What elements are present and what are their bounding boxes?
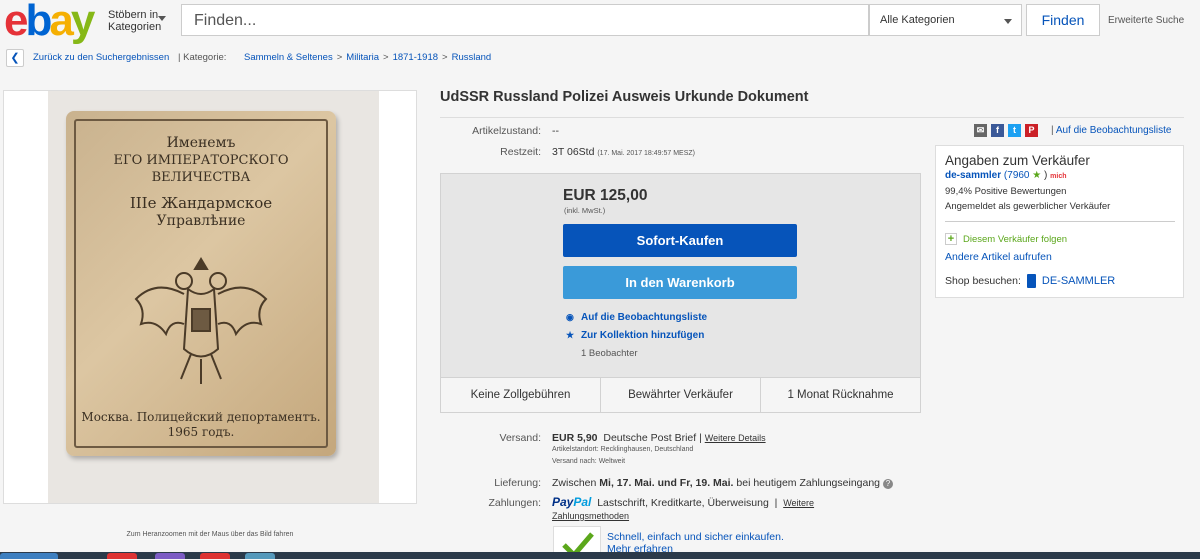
double-headed-eagle-emblem — [134, 257, 268, 384]
mail-icon[interactable]: ✉ — [974, 124, 987, 137]
product-image-viewer[interactable]: Именемъ ЕГО ИМПЕРАТОРСКОГО ВЕЛИЧЕСТВА II… — [3, 90, 417, 504]
star-icon: ★ — [566, 330, 575, 340]
time-left-label: Restzeit: — [500, 146, 541, 158]
header-bar: ebay Stöbern in Kategorien Finden... Alle… — [0, 0, 1200, 44]
share-icons: ✉ f t P — [974, 124, 1038, 137]
seller-info-panel: Angaben zum Verkäufer de-sammler (7960 ★… — [935, 145, 1184, 298]
card-text: Управлѣние — [156, 213, 246, 229]
add-to-cart-button[interactable]: In den Warenkorb — [563, 266, 797, 299]
item-title: UdSSR Russland Polizei Ausweis Urkunde D… — [440, 89, 809, 105]
visit-shop: Shop besuchen: DE-SAMMLER — [945, 274, 1116, 288]
category-select[interactable]: Alle Kategorien — [869, 4, 1022, 36]
eye-icon: ◉ — [566, 312, 574, 322]
shipping-value: EUR 5,90 Deutsche Post Brief | Weitere D… — [552, 432, 766, 444]
ebay-logo[interactable]: ebay — [4, 0, 95, 44]
find-button[interactable]: Finden — [1026, 4, 1100, 36]
card-text: ВЕЛИЧЕСТВА — [151, 170, 251, 185]
add-to-collection-link[interactable]: ★ Zur Kollektion hinzufügen — [566, 330, 704, 341]
tax-note: (inkl. MwSt.) — [564, 206, 606, 215]
info-icon[interactable]: ? — [882, 479, 893, 489]
card-text: Именемъ — [166, 135, 236, 151]
more-payment-link[interactable]: Zahlungsmethoden — [552, 511, 629, 521]
buy-now-button[interactable]: Sofort-Kaufen — [563, 224, 797, 257]
chevron-down-icon — [1004, 19, 1012, 24]
add-to-watchlist-link[interactable]: ◉ Auf die Beobachtungsliste — [566, 312, 707, 323]
condition-label: Artikelzustand: — [472, 125, 541, 137]
watcher-count: 1 Beobachter — [581, 348, 638, 359]
browse-categories-button[interactable]: Stöbern in Kategorien — [108, 9, 161, 33]
feedback-score[interactable]: (7960 — [1004, 170, 1030, 181]
guarantee-text: Schnell, einfach und sicher einkaufen. — [607, 531, 784, 543]
breadcrumb-item[interactable]: Russland — [452, 52, 492, 63]
watchlist-link[interactable]: Auf die Beobachtungsliste — [1056, 125, 1172, 136]
trusted-seller-badge: Bewährter Verkäufer — [601, 378, 761, 412]
follow-seller-button[interactable]: + Diesem Verkäufer folgen — [945, 233, 1067, 245]
delivery-label: Lieferung: — [494, 477, 541, 489]
twitter-icon[interactable]: t — [1008, 124, 1021, 137]
zoom-hint: Zum Heranzoomen mit der Maus über das Bi… — [126, 531, 294, 538]
category-label: | Kategorie: — [178, 52, 227, 63]
card-text: 1965 годъ. — [167, 425, 235, 439]
taskbar-app[interactable] — [155, 553, 185, 559]
chevron-down-icon — [158, 16, 166, 21]
more-payment-link[interactable]: Weitere — [783, 498, 814, 508]
pinterest-icon[interactable]: P — [1025, 124, 1038, 137]
advanced-search-link[interactable]: Erweiterte Suche — [1108, 15, 1184, 26]
search-input[interactable]: Finden... — [181, 4, 869, 36]
seller-heading: Angaben zum Verkäufer — [945, 153, 1090, 168]
facebook-icon[interactable]: f — [991, 124, 1004, 137]
product-photo[interactable]: Именемъ ЕГО ИМПЕРАТОРСКОГО ВЕЛИЧЕСТВА II… — [48, 91, 379, 503]
condition-value: -- — [552, 125, 559, 137]
breadcrumb: Zurück zu den Suchergebnissen | Kategori… — [0, 46, 1200, 70]
item-location: Artikelstandort: Recklinghausen, Deutsch… — [552, 446, 694, 453]
taskbar-app[interactable] — [200, 553, 230, 559]
plus-icon: + — [945, 233, 957, 245]
document-card: Именемъ ЕГО ИМПЕРАТОРСКОГО ВЕЛИЧЕСТВА II… — [66, 111, 336, 456]
seller-name-link[interactable]: de-sammler — [945, 170, 1001, 181]
time-left-value: 3T 06Std (17. Mai. 2017 18:49:57 MESZ) — [552, 146, 696, 158]
shipping-label: Versand: — [499, 432, 541, 444]
breadcrumb-item[interactable]: 1871-1918 — [393, 52, 438, 63]
delivery-value: Zwischen Mi, 17. Mai. und Fr, 19. Mai. b… — [552, 477, 893, 489]
taskbar-app[interactable] — [245, 553, 275, 559]
shop-icon — [1026, 274, 1036, 288]
paypal-logo: PayPal — [552, 495, 592, 509]
ships-to: Versand nach: Weltweit — [552, 458, 626, 465]
breadcrumb-item[interactable]: Sammeln & Seltenes — [244, 52, 333, 63]
no-customs-badge: Keine Zollgebühren — [441, 378, 601, 412]
trust-badges: Keine Zollgebühren Bewährter Verkäufer 1… — [440, 377, 921, 413]
payment-value: PayPal Lastschrift, Kreditkarte, Überwei… — [552, 495, 815, 509]
payment-label: Zahlungen: — [488, 497, 541, 509]
shop-link[interactable]: DE-SAMMLER — [1042, 275, 1115, 287]
divider — [440, 117, 1184, 118]
taskbar-app[interactable] — [107, 553, 137, 559]
category-path: Sammeln & Seltenes > Militaria >1871-1918 > R… — [244, 52, 492, 63]
card-text: ЕГО ИМПЕРАТОРСКОГО — [113, 153, 289, 168]
return-policy-badge: 1 Monat Rücknahme — [787, 389, 894, 401]
price: EUR 125,00 — [563, 187, 648, 204]
shipping-details-link[interactable]: Weitere Details — [705, 433, 766, 443]
breadcrumb-item[interactable]: Militaria — [346, 52, 379, 63]
watchlist-top: | Auf die Beobachtungsliste — [1051, 125, 1172, 136]
star-icon: ★ — [1032, 170, 1042, 181]
commercial-seller: Angemeldet als gewerblicher Verkäufer — [945, 201, 1111, 212]
seller-name-line: de-sammler (7960 ★ ) mich — [945, 170, 1067, 181]
other-items-link[interactable]: Andere Artikel aufrufen — [945, 251, 1052, 263]
me-badge[interactable]: mich — [1050, 173, 1066, 180]
positive-feedback: 99,4% Positive Bewertungen — [945, 186, 1067, 197]
start-button[interactable] — [0, 553, 58, 559]
back-to-results-link[interactable]: Zurück zu den Suchergebnissen — [33, 46, 169, 70]
card-text: IIIе Жандармское — [129, 194, 273, 212]
